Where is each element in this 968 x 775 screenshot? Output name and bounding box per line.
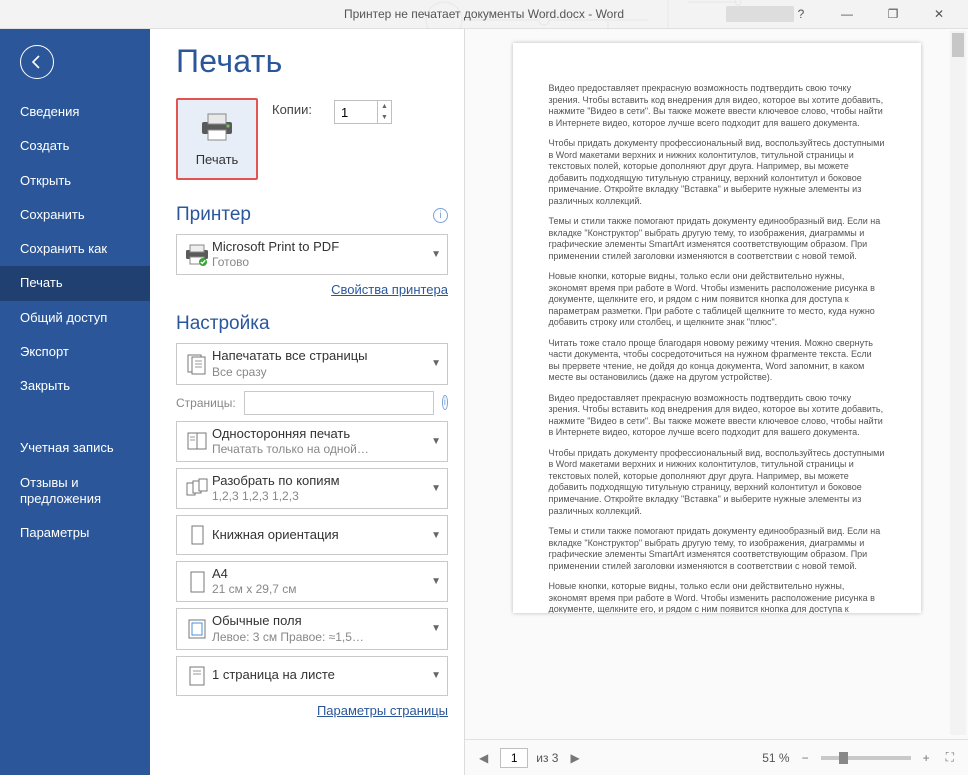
- sidebar-bottom-0[interactable]: Учетная запись: [0, 431, 150, 465]
- preview-paragraph: Чтобы придать документу профессиональный…: [549, 138, 885, 207]
- back-button[interactable]: [20, 45, 54, 79]
- info-icon[interactable]: i: [442, 395, 448, 410]
- restore-button[interactable]: ❐: [870, 7, 916, 21]
- scrollbar-vertical[interactable]: [950, 31, 966, 735]
- pages-input[interactable]: [244, 391, 434, 415]
- preview-paragraph: Видео предоставляет прекрасную возможнос…: [549, 83, 885, 129]
- copies-down[interactable]: ▼: [378, 112, 391, 123]
- prev-page-button[interactable]: ◀: [475, 751, 492, 765]
- page-number-input[interactable]: [500, 748, 528, 768]
- copies-up[interactable]: ▲: [378, 101, 391, 112]
- info-icon[interactable]: i: [433, 208, 448, 223]
- sidebar-item-0[interactable]: Сведения: [0, 95, 150, 129]
- setting-dropdown-2[interactable]: Разобрать по копиям1,2,3 1,2,3 1,2,3▼: [176, 468, 448, 509]
- sidebar-bottom-1[interactable]: Отзывы и предложения: [0, 466, 150, 517]
- setting-dropdown-5[interactable]: Обычные поляЛевое: 3 см Правое: ≈1,5…▼: [176, 608, 448, 649]
- preview-paragraph: Новые кнопки, которые видны, только если…: [549, 271, 885, 329]
- preview-footer: ◀ из 3 ▶ 51 % − + ⛶: [465, 739, 968, 775]
- perpage-icon: [182, 664, 212, 688]
- setting-dropdown-3[interactable]: Книжная ориентация▼: [176, 515, 448, 555]
- portrait-icon: [182, 523, 212, 547]
- sidebar-bottom-2[interactable]: Параметры: [0, 516, 150, 550]
- margins-icon: [182, 617, 212, 641]
- chevron-down-icon: ▼: [427, 249, 441, 260]
- pages-label: Страницы:: [176, 396, 236, 410]
- setting-dropdown-4[interactable]: A421 см x 29,7 см▼: [176, 561, 448, 602]
- printer-heading: Принтер: [176, 204, 251, 226]
- zoom-in-button[interactable]: +: [919, 751, 934, 765]
- sidebar-item-4[interactable]: Сохранить как: [0, 232, 150, 266]
- page-setup-link[interactable]: Параметры страницы: [317, 703, 448, 718]
- minimize-button[interactable]: —: [824, 7, 870, 21]
- copies-spinner[interactable]: ▲▼: [334, 100, 392, 124]
- titlebar: Принтер не печатает документы Word.docx …: [0, 0, 968, 29]
- sidebar-item-8[interactable]: Закрыть: [0, 369, 150, 403]
- sidebar-item-5[interactable]: Печать: [0, 266, 150, 300]
- zoom-out-button[interactable]: −: [798, 751, 813, 765]
- preview-paragraph: Чтобы придать документу профессиональный…: [549, 448, 885, 517]
- close-button[interactable]: ✕: [916, 7, 962, 21]
- printer-status: Готово: [212, 255, 427, 270]
- fit-page-button[interactable]: ⛶: [942, 750, 958, 765]
- onesided-icon: [182, 429, 212, 453]
- chevron-down-icon: ▼: [427, 576, 441, 587]
- help-button[interactable]: ?: [778, 7, 824, 21]
- sidebar-item-7[interactable]: Экспорт: [0, 335, 150, 369]
- setting-dropdown-6[interactable]: 1 страница на листе▼: [176, 656, 448, 696]
- preview-paragraph: Новые кнопки, которые видны, только если…: [549, 581, 885, 613]
- settings-heading: Настройка: [176, 313, 270, 335]
- page-title: Печать: [176, 43, 448, 80]
- preview-page: Видео предоставляет прекрасную возможнос…: [513, 43, 921, 613]
- zoom-label: 51 %: [762, 751, 789, 765]
- sidebar-item-1[interactable]: Создать: [0, 129, 150, 163]
- sidebar-item-6[interactable]: Общий доступ: [0, 301, 150, 335]
- copies-input[interactable]: [335, 101, 377, 123]
- chevron-down-icon: ▼: [427, 530, 441, 541]
- chevron-down-icon: ▼: [427, 436, 441, 447]
- chevron-down-icon: ▼: [427, 483, 441, 494]
- sidebar-item-3[interactable]: Сохранить: [0, 198, 150, 232]
- print-button[interactable]: Печать: [176, 98, 258, 180]
- backstage-sidebar: СведенияСоздатьОткрытьСохранитьСохранить…: [0, 29, 150, 775]
- printer-dropdown[interactable]: Microsoft Print to PDF Готово ▼: [176, 234, 448, 275]
- chevron-down-icon: ▼: [427, 670, 441, 681]
- preview-paragraph: Темы и стили также помогают придать доку…: [549, 216, 885, 262]
- preview-paragraph: Темы и стили также помогают придать доку…: [549, 526, 885, 572]
- preview-paragraph: Читать тоже стало проще благодаря новому…: [549, 338, 885, 384]
- printer-icon: [199, 112, 235, 142]
- printer-properties-link[interactable]: Свойства принтера: [331, 282, 448, 297]
- print-button-label: Печать: [196, 152, 239, 167]
- collate-icon: [182, 476, 212, 500]
- setting-dropdown-0[interactable]: Напечатать все страницыВсе сразу▼: [176, 343, 448, 384]
- printer-status-icon: [182, 244, 212, 266]
- next-page-button[interactable]: ▶: [566, 751, 583, 765]
- sidebar-item-2[interactable]: Открыть: [0, 164, 150, 198]
- preview-paragraph: Видео предоставляет прекрасную возможнос…: [549, 393, 885, 439]
- a4-icon: [182, 570, 212, 594]
- chevron-down-icon: ▼: [427, 623, 441, 634]
- setting-dropdown-1[interactable]: Односторонняя печатьПечатать только на о…: [176, 421, 448, 462]
- print-panel: Печать Печать Копии: ▲▼ Принтер i: [150, 29, 460, 775]
- page-total: из 3: [536, 751, 558, 765]
- chevron-down-icon: ▼: [427, 358, 441, 369]
- copies-label: Копии:: [272, 98, 312, 117]
- print-preview: Видео предоставляет прекрасную возможнос…: [465, 29, 968, 775]
- pages-icon: [182, 352, 212, 376]
- zoom-slider[interactable]: [821, 756, 911, 760]
- printer-name: Microsoft Print to PDF: [212, 239, 427, 255]
